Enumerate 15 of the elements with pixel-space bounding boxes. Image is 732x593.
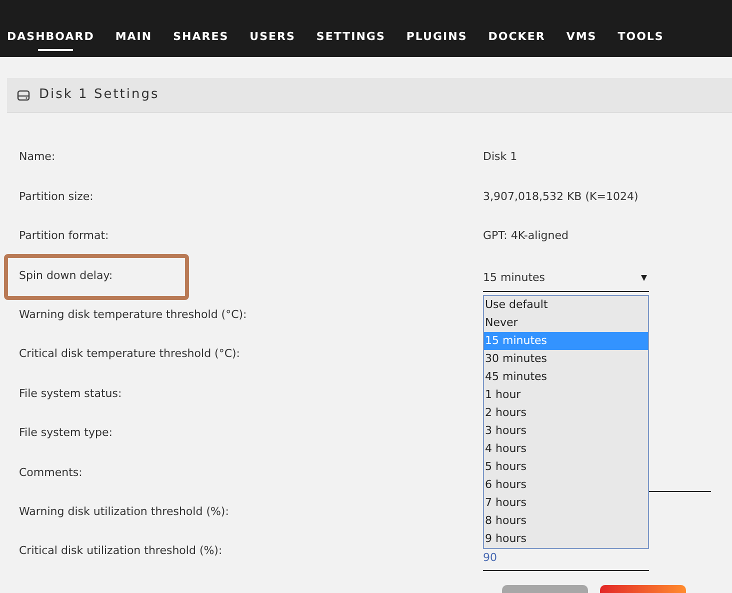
field-label: Partition size: — [19, 190, 94, 203]
field-label: Partition format: — [19, 229, 109, 242]
field-label: Warning disk utilization threshold (%): — [19, 504, 229, 518]
field-label: Critical disk utilization threshold (%): — [19, 544, 222, 558]
field-label: Critical disk temperature threshold (°C): — [19, 347, 240, 360]
panel-title: Disk 1 Settings — [39, 86, 160, 104]
field-value: Disk 1 — [483, 150, 518, 164]
field-value: 3,907,018,532 KB (K=1024) — [483, 190, 638, 203]
field-label: Name: — [19, 150, 56, 164]
field-label: Spin down delay: — [19, 268, 113, 282]
field-label: Warning disk temperature threshold (°C): — [19, 308, 247, 321]
field-label: File system status: — [19, 386, 122, 400]
field-label: Comments: — [19, 466, 82, 479]
field-label: File system type: — [19, 426, 112, 440]
field-value: GPT: 4K-aligned — [483, 229, 568, 242]
